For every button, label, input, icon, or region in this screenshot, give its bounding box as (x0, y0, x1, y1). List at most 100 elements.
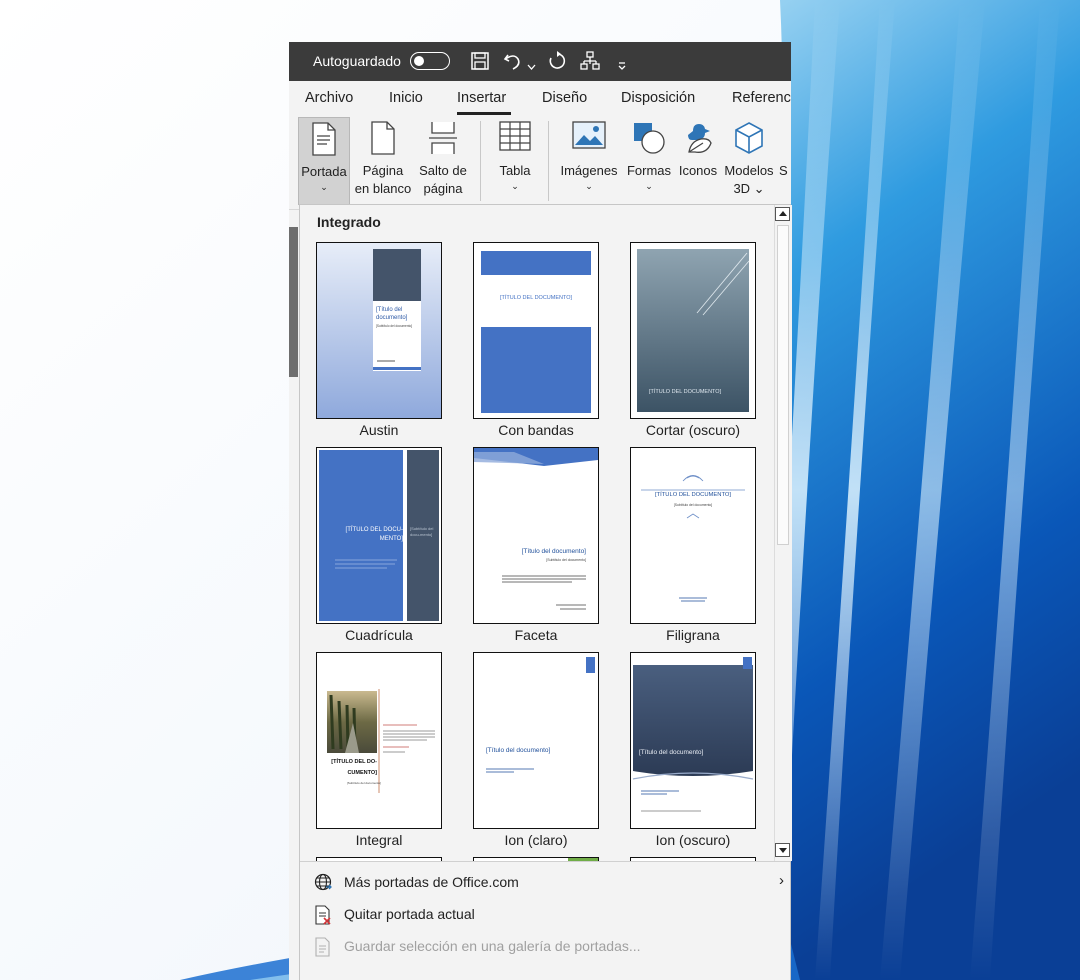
austin-subtitle-text: [Subtítulo del documento] (376, 324, 413, 328)
undo-icon[interactable] (502, 50, 524, 72)
scroll-up-button[interactable] (775, 207, 790, 221)
blank-page-label-1: Página (362, 163, 404, 178)
shapes-icon (634, 123, 665, 154)
globe-icon (314, 873, 332, 891)
scroll-thumb[interactable] (777, 225, 789, 545)
icons-label: Iconos (678, 163, 718, 178)
ribbon-insert: Portada ⌄ Página en blanco Salto de pági… (289, 117, 791, 210)
redo-icon[interactable] (546, 50, 568, 72)
chevron-down-icon: ⌄ (511, 181, 519, 191)
active-tab-indicator (457, 112, 511, 115)
truncated-ribbon-button[interactable]: S (779, 117, 791, 205)
cuadricula-title-text: [TÍTULO DEL DOCU-MENTO] (345, 527, 403, 542)
cover-label-austin: Austin (359, 422, 399, 438)
cover-thumb-faceta[interactable]: [Título del documento] [Subtítulo del do… (473, 447, 599, 624)
save-icon[interactable] (470, 50, 490, 72)
3d-models-label-2: 3D ⌄ (733, 181, 765, 196)
cover-page-label: Portada (301, 164, 347, 179)
more-covers-label: Más portadas de Office.com (344, 874, 519, 890)
cover-thumb-filigrana[interactable]: [TÍTULO DEL DOCUMENTO] [Subtítulo del do… (630, 447, 756, 624)
shapes-button[interactable]: Formas ⌄ (623, 117, 675, 205)
cover-label-faceta: Faceta (514, 627, 558, 643)
image-icon (572, 121, 606, 149)
cover-thumb-austin[interactable]: [Título del documento] [Subtítulo del do… (316, 242, 442, 419)
remove-cover-label: Quitar portada actual (344, 906, 475, 922)
images-label: Imágenes (560, 163, 618, 178)
org-chart-icon[interactable] (579, 50, 601, 72)
title-bar: Autoguardado (289, 42, 791, 81)
cover-thumb-cortar-oscuro[interactable]: [TÍTULO DEL DOCUMENTO] (630, 242, 756, 419)
table-icon (499, 121, 531, 151)
more-covers-menu-item[interactable]: Más portadas de Office.com › (300, 868, 790, 898)
blank-page-icon (371, 121, 395, 155)
ribbon-separator (480, 121, 481, 201)
undo-dropdown-icon[interactable] (527, 56, 536, 78)
toggle-knob (414, 55, 424, 66)
tab-archivo[interactable]: Archivo (305, 90, 353, 106)
integral-title-text: [TÍTULO DEL DO-CUMENTO] (331, 759, 377, 776)
customize-qat-icon[interactable] (617, 55, 627, 77)
ion-claro-title-text: [Título del documento] (486, 747, 551, 754)
page-break-label-1: Salto de (419, 163, 467, 178)
chevron-down-icon: ⌄ (585, 181, 593, 191)
save-selection-label: Guardar selección en una galería de port… (344, 938, 641, 954)
cover-label-con-bandas: Con bandas (498, 422, 574, 438)
arrow-down-icon (779, 848, 787, 853)
cover-page-gallery: Integrado [Título del documento] [Subtít… (299, 204, 792, 980)
gallery-menu: Más portadas de Office.com › Quitar port… (300, 861, 790, 980)
save-selection-menu-item[interactable]: Guardar selección en una galería de port… (300, 932, 790, 962)
autosave-label: Autoguardado (313, 53, 401, 69)
tab-inicio[interactable]: Inicio (389, 90, 423, 106)
chevron-down-icon: ⌄ (320, 182, 328, 192)
austin-title-text: [Título del documento] (376, 307, 408, 321)
cover-page-icon (312, 122, 336, 156)
gallery-scrollbar[interactable] (774, 205, 792, 861)
remove-cover-menu-item[interactable]: Quitar portada actual (300, 900, 790, 930)
cover-label-ion-claro: Ion (claro) (504, 832, 568, 848)
tab-disposicion[interactable]: Disposición (621, 90, 695, 106)
cover-label-integral: Integral (355, 832, 403, 848)
remove-page-icon (315, 905, 331, 925)
icons-button[interactable]: Iconos (675, 117, 721, 205)
filigrana-title-text: [TÍTULO DEL DOCUMENTO] (654, 492, 731, 498)
ribbon-separator (548, 121, 549, 201)
autosave-toggle[interactable] (410, 52, 450, 70)
arrow-up-icon (779, 211, 787, 216)
gallery-heading: Integrado (317, 214, 381, 230)
images-button[interactable]: Imágenes ⌄ (557, 117, 621, 205)
icons-icon (688, 124, 712, 153)
chevron-down-icon: ⌄ (645, 181, 653, 191)
cover-thumb-integral[interactable]: [TÍTULO DEL DO-CUMENTO] [Subtítulo del d… (316, 652, 442, 829)
page-break-button[interactable]: Salto de página (415, 117, 471, 205)
blank-page-label-2: en blanco (354, 181, 412, 196)
ion-oscuro-title-text: [Título del documento] (639, 749, 704, 756)
cover-thumb-ion-claro[interactable]: [Título del documento] (473, 652, 599, 829)
filigrana-subtitle-text: [Subtítulo del documento] (673, 503, 713, 507)
tab-insertar[interactable]: Insertar (457, 90, 506, 106)
cover-thumb-ion-oscuro[interactable]: [Título del documento] (630, 652, 756, 829)
table-button[interactable]: Tabla ⌄ (489, 117, 541, 205)
cube-3d-icon (735, 122, 763, 154)
cover-label-ion-oscuro: Ion (oscuro) (655, 832, 731, 848)
truncated-label: S (779, 163, 788, 178)
shapes-label: Formas (626, 163, 672, 178)
cover-page-button[interactable]: Portada ⌄ (298, 117, 350, 205)
con-bandas-title-text: [TÍTULO DEL DOCUMENTO] (499, 295, 573, 301)
page-break-label-2: página (423, 181, 463, 196)
blank-page-button[interactable]: Página en blanco (352, 117, 414, 205)
cover-thumb-con-bandas[interactable]: [TÍTULO DEL DOCUMENTO] (473, 242, 599, 419)
save-to-gallery-icon (315, 937, 330, 957)
3d-models-button[interactable]: Modelos 3D ⌄ (721, 117, 777, 205)
tab-referencias[interactable]: Referenc (732, 90, 791, 106)
cortar-title-text: [TÍTULO DEL DOCUMENTO] (649, 389, 722, 395)
ribbon-tabs: Archivo Inicio Insertar Diseño Disposici… (289, 81, 791, 117)
cuadricula-subtitle-text: [Subtítulo del docu-mento] (410, 526, 434, 537)
scroll-down-button[interactable] (775, 843, 790, 857)
chevron-right-icon: › (779, 872, 784, 889)
faceta-title-text: [Título del documento] (521, 548, 586, 555)
cover-thumb-cuadricula[interactable]: [TÍTULO DEL DOCU-MENTO] [Subtítulo del d… (316, 447, 442, 624)
page-break-icon (429, 122, 457, 154)
tab-diseno[interactable]: Diseño (542, 90, 587, 106)
cover-label-cortar-oscuro: Cortar (oscuro) (645, 422, 741, 438)
table-label: Tabla (499, 163, 531, 178)
